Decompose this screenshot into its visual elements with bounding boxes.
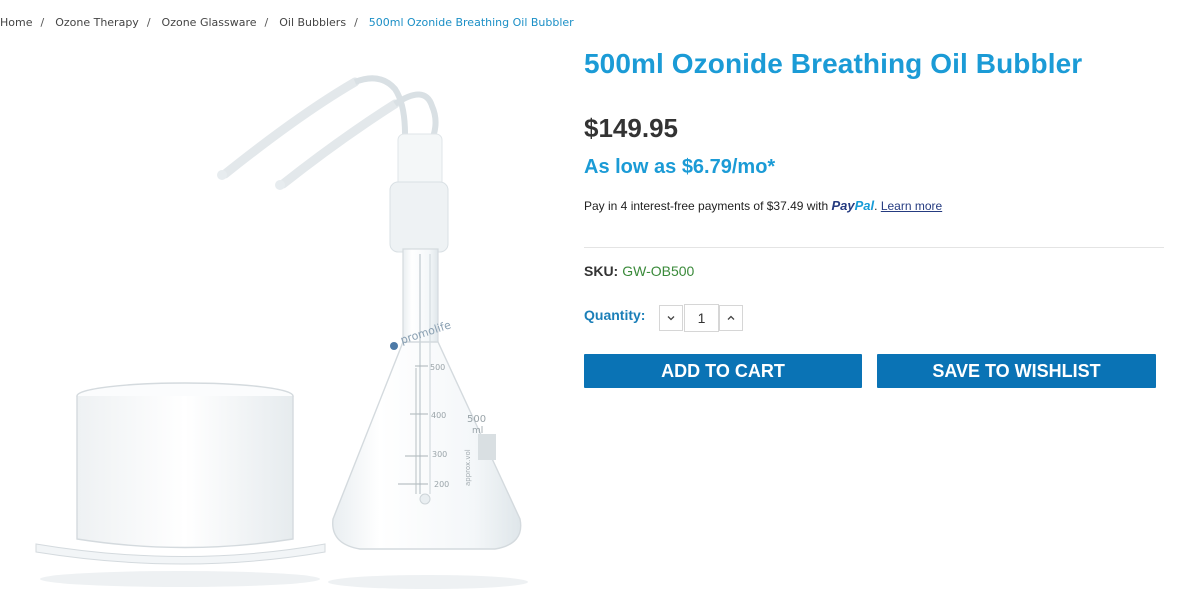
breadcrumb-separator: / bbox=[354, 16, 358, 29]
quantity-decrement-button[interactable] bbox=[659, 305, 683, 331]
product-image[interactable]: 500 400 300 200 promolife 500 ml approx.… bbox=[0, 44, 560, 589]
paypal-prefix-text: Pay in 4 interest-free payments of $37.4… bbox=[584, 199, 829, 213]
graduation-500: 500 bbox=[430, 363, 445, 372]
chevron-down-icon bbox=[667, 316, 675, 321]
breadcrumb-oil-bubblers[interactable]: Oil Bubblers bbox=[279, 16, 346, 29]
capacity-label: 500 bbox=[467, 414, 486, 425]
paypal-logo-pay: Pay bbox=[831, 198, 855, 213]
save-to-wishlist-button[interactable]: SAVE TO WISHLIST bbox=[877, 354, 1156, 388]
quantity-input[interactable] bbox=[684, 304, 719, 332]
divider bbox=[584, 247, 1164, 248]
graduation-300: 300 bbox=[432, 450, 447, 459]
breadcrumb-home[interactable]: Home bbox=[0, 16, 32, 29]
breadcrumb-ozone-therapy[interactable]: Ozone Therapy bbox=[55, 16, 139, 29]
product-title: 500ml Ozonide Breathing Oil Bubbler bbox=[584, 48, 1083, 79]
paypal-logo-pal: Pal bbox=[854, 198, 875, 213]
breadcrumb-separator: / bbox=[40, 16, 45, 29]
paypal-logo-icon: PayPal bbox=[831, 198, 874, 213]
breadcrumb-ozone-glassware[interactable]: Ozone Glassware bbox=[162, 16, 257, 29]
sku-row: SKU: GW-OB500 bbox=[584, 263, 694, 279]
product-price: $149.95 bbox=[584, 113, 678, 143]
paypal-learn-more-link[interactable]: Learn more bbox=[881, 199, 942, 213]
graduation-400: 400 bbox=[431, 411, 446, 420]
breadcrumb-separator: / bbox=[264, 16, 269, 29]
approx-vol-label: approx.vol bbox=[464, 449, 472, 486]
paypal-message: Pay in 4 interest-free payments of $37.4… bbox=[584, 198, 943, 213]
graduation-200: 200 bbox=[434, 480, 449, 489]
add-to-cart-button[interactable]: ADD TO CART bbox=[584, 354, 862, 388]
breadcrumb-separator: / bbox=[146, 16, 151, 29]
breadcrumb: Home / Ozone Therapy / Ozone Glassware / Oil B… bbox=[0, 16, 574, 29]
quantity-label: Quantity: bbox=[584, 307, 646, 323]
sku-value: GW-OB500 bbox=[622, 263, 695, 279]
label-patch bbox=[478, 434, 496, 460]
chevron-up-icon bbox=[727, 315, 735, 320]
quantity-increment-button[interactable] bbox=[719, 305, 743, 331]
breadcrumb-current: 500ml Ozonide Breathing Oil Bubbler bbox=[368, 16, 574, 29]
beaker-illustration bbox=[35, 382, 326, 587]
promolife-logo-icon bbox=[390, 342, 398, 350]
monthly-price: As low as $6.79/mo* bbox=[584, 156, 776, 178]
sku-label: SKU: bbox=[584, 263, 619, 279]
